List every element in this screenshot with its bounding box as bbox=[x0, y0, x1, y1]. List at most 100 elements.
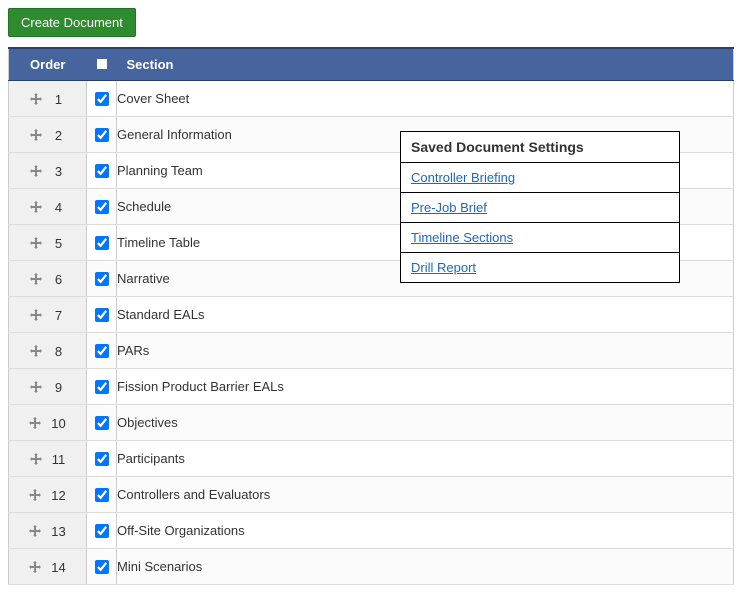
checkbox-cell bbox=[87, 441, 117, 477]
popup-title: Saved Document Settings bbox=[401, 132, 679, 163]
checkbox-cell bbox=[87, 369, 117, 405]
order-number: 12 bbox=[51, 488, 65, 503]
table-row: 1 Cover Sheet bbox=[9, 81, 734, 117]
table-row: 10 Objectives bbox=[9, 405, 734, 441]
move-icon[interactable] bbox=[30, 345, 42, 357]
section-name: Cover Sheet bbox=[117, 81, 734, 117]
order-cell: 2 bbox=[9, 117, 87, 153]
order-cell: 3 bbox=[9, 153, 87, 189]
table-row: 13 Off-Site Organizations bbox=[9, 513, 734, 549]
section-checkbox[interactable] bbox=[95, 128, 109, 142]
order-cell: 1 bbox=[9, 81, 87, 117]
saved-setting-link[interactable]: Drill Report bbox=[411, 260, 476, 275]
move-icon[interactable] bbox=[30, 381, 42, 393]
column-header-checkbox[interactable] bbox=[87, 48, 117, 81]
order-cell: 6 bbox=[9, 261, 87, 297]
column-header-order[interactable]: Order bbox=[9, 48, 87, 81]
order-number: 7 bbox=[52, 308, 66, 323]
checkbox-cell bbox=[87, 513, 117, 549]
move-icon[interactable] bbox=[29, 525, 41, 537]
section-name: PARs bbox=[117, 333, 734, 369]
move-icon[interactable] bbox=[30, 453, 42, 465]
checkbox-cell bbox=[87, 261, 117, 297]
checkbox-cell bbox=[87, 117, 117, 153]
table-row: 11 Participants bbox=[9, 441, 734, 477]
section-name: Mini Scenarios bbox=[117, 549, 734, 585]
checkbox-cell bbox=[87, 153, 117, 189]
order-cell: 13 bbox=[9, 513, 87, 549]
table-row: 14 Mini Scenarios bbox=[9, 549, 734, 585]
section-checkbox[interactable] bbox=[95, 488, 109, 502]
sections-table: Order Section 1Cover Sheet2General Infor… bbox=[8, 47, 734, 585]
order-number: 2 bbox=[52, 128, 66, 143]
order-cell: 14 bbox=[9, 549, 87, 585]
saved-setting-link[interactable]: Controller Briefing bbox=[411, 170, 515, 185]
order-cell: 8 bbox=[9, 333, 87, 369]
order-cell: 7 bbox=[9, 297, 87, 333]
order-number: 1 bbox=[52, 92, 66, 107]
section-checkbox[interactable] bbox=[95, 380, 109, 394]
select-all-indicator[interactable] bbox=[97, 59, 107, 69]
section-checkbox[interactable] bbox=[95, 560, 109, 574]
move-icon[interactable] bbox=[30, 129, 42, 141]
order-cell: 12 bbox=[9, 477, 87, 513]
move-icon[interactable] bbox=[29, 489, 41, 501]
order-number: 6 bbox=[52, 272, 66, 287]
checkbox-cell bbox=[87, 81, 117, 117]
move-icon[interactable] bbox=[29, 417, 41, 429]
popup-item: Controller Briefing bbox=[401, 163, 679, 193]
move-icon[interactable] bbox=[30, 201, 42, 213]
order-number: 14 bbox=[51, 560, 65, 575]
checkbox-cell bbox=[87, 225, 117, 261]
move-icon[interactable] bbox=[30, 309, 42, 321]
order-number: 3 bbox=[52, 164, 66, 179]
saved-setting-link[interactable]: Timeline Sections bbox=[411, 230, 513, 245]
move-icon[interactable] bbox=[30, 165, 42, 177]
create-document-button[interactable]: Create Document bbox=[8, 8, 136, 37]
section-name: Standard EALs bbox=[117, 297, 734, 333]
checkbox-cell bbox=[87, 297, 117, 333]
order-cell: 9 bbox=[9, 369, 87, 405]
section-checkbox[interactable] bbox=[95, 308, 109, 322]
table-row: 9 Fission Product Barrier EALs bbox=[9, 369, 734, 405]
order-number: 10 bbox=[51, 416, 65, 431]
column-header-section[interactable]: Section bbox=[117, 48, 734, 81]
section-checkbox[interactable] bbox=[95, 200, 109, 214]
move-icon[interactable] bbox=[29, 561, 41, 573]
saved-settings-popup: Saved Document Settings Controller Brief… bbox=[400, 131, 680, 283]
section-checkbox[interactable] bbox=[95, 452, 109, 466]
checkbox-cell bbox=[87, 189, 117, 225]
section-name: Fission Product Barrier EALs bbox=[117, 369, 734, 405]
section-checkbox[interactable] bbox=[95, 344, 109, 358]
checkbox-cell bbox=[87, 549, 117, 585]
order-number: 11 bbox=[52, 452, 66, 467]
order-number: 4 bbox=[52, 200, 66, 215]
section-checkbox[interactable] bbox=[95, 236, 109, 250]
section-name: Participants bbox=[117, 441, 734, 477]
move-icon[interactable] bbox=[30, 273, 42, 285]
table-row: 12 Controllers and Evaluators bbox=[9, 477, 734, 513]
table-row: 8 PARs bbox=[9, 333, 734, 369]
section-checkbox[interactable] bbox=[95, 272, 109, 286]
order-cell: 5 bbox=[9, 225, 87, 261]
section-name: Controllers and Evaluators bbox=[117, 477, 734, 513]
section-checkbox[interactable] bbox=[95, 416, 109, 430]
section-checkbox[interactable] bbox=[95, 92, 109, 106]
move-icon[interactable] bbox=[30, 237, 42, 249]
checkbox-cell bbox=[87, 333, 117, 369]
section-checkbox[interactable] bbox=[95, 164, 109, 178]
move-icon[interactable] bbox=[30, 93, 42, 105]
checkbox-cell bbox=[87, 477, 117, 513]
section-checkbox[interactable] bbox=[95, 524, 109, 538]
table-row: 7 Standard EALs bbox=[9, 297, 734, 333]
saved-setting-link[interactable]: Pre-Job Brief bbox=[411, 200, 487, 215]
popup-item: Drill Report bbox=[401, 253, 679, 282]
section-name: Objectives bbox=[117, 405, 734, 441]
section-name: Off-Site Organizations bbox=[117, 513, 734, 549]
checkbox-cell bbox=[87, 405, 117, 441]
order-cell: 11 bbox=[9, 441, 87, 477]
order-cell: 4 bbox=[9, 189, 87, 225]
order-number: 9 bbox=[52, 380, 66, 395]
order-cell: 10 bbox=[9, 405, 87, 441]
order-number: 5 bbox=[52, 236, 66, 251]
